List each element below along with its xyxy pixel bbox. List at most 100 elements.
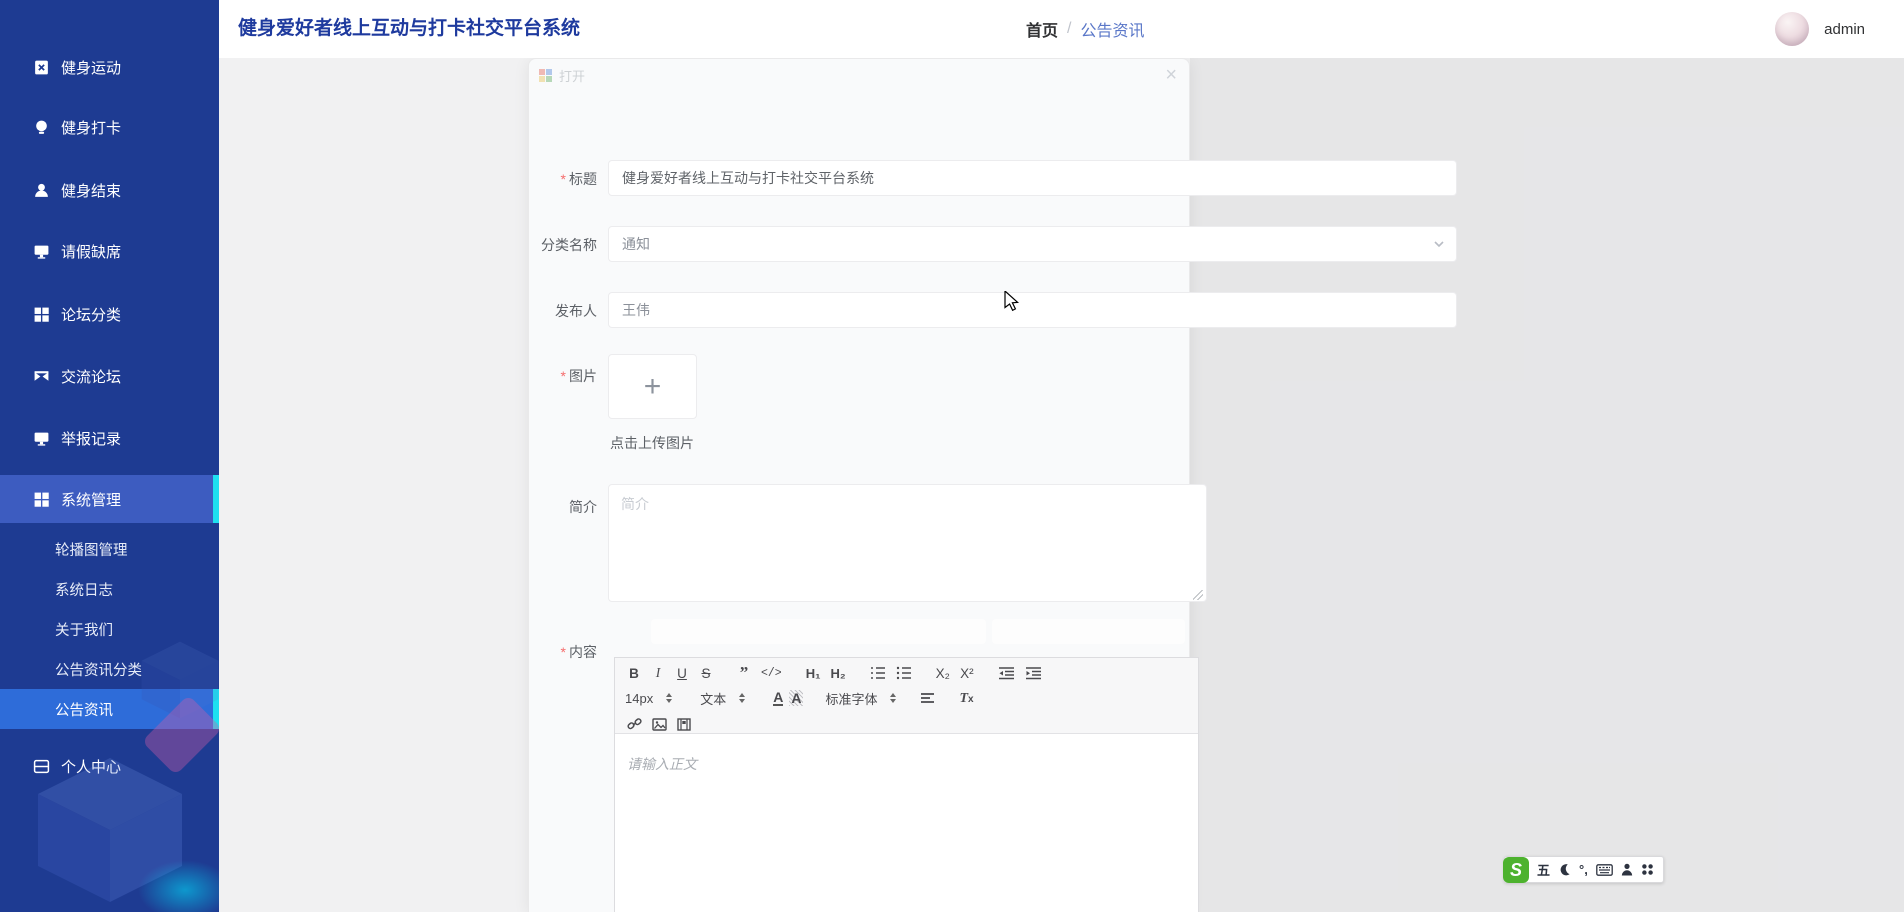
sidebar-item-report-record[interactable]: 举报记录: [0, 414, 219, 462]
mouse-cursor: [1004, 291, 1024, 318]
editor-placeholder: 请输入正文: [627, 754, 1186, 774]
bulb-icon: [33, 119, 50, 136]
sidebar-subitem-label: 轮播图管理: [55, 539, 128, 560]
sidebar-item-label: 交流论坛: [61, 366, 121, 387]
page-title: 健身爱好者线上互动与打卡社交平台系统: [238, 0, 580, 58]
active-indicator: [213, 475, 219, 523]
heading2-button[interactable]: H₂: [828, 663, 847, 683]
sidebar-item-system-management[interactable]: 系统管理: [0, 475, 219, 523]
align-icon[interactable]: [918, 688, 937, 708]
video-icon[interactable]: [675, 714, 693, 734]
avatar[interactable]: [1775, 12, 1809, 46]
sidebar-item-checkin[interactable]: 健身打卡: [0, 103, 219, 151]
sidebar-item-label: 举报记录: [61, 428, 121, 449]
breadcrumb-separator: /: [1067, 20, 1071, 38]
strikethrough-button[interactable]: S: [697, 663, 715, 683]
category-select[interactable]: [608, 226, 1457, 262]
sidebar-subitem-label: 系统日志: [55, 579, 113, 600]
paragraph-select[interactable]: 文本: [700, 689, 726, 708]
sidebar-item-label: 请假缺席: [61, 241, 121, 262]
announcement-edit-dialog: 打开 × *标题 分类名称 发布人 *图片 + 点击上传图片 简介 *内容: [528, 58, 1190, 912]
sidebar-item-label: 个人中心: [61, 756, 121, 777]
sidebar-item-label: 系统管理: [61, 489, 121, 510]
required-mark: *: [561, 368, 566, 384]
id-card-icon: [33, 758, 50, 775]
breadcrumb: 首页 / 公告资讯: [1026, 0, 1144, 58]
ghost-button: [992, 619, 1185, 644]
highlight-color-button[interactable]: A: [789, 690, 803, 706]
content-label: *内容: [529, 642, 597, 662]
ime-punctuation-mode[interactable]: °,: [1579, 862, 1588, 877]
sidebar-item-forum-category[interactable]: 论坛分类: [0, 290, 219, 338]
blockquote-button[interactable]: ”: [735, 663, 753, 683]
breadcrumb-home[interactable]: 首页: [1026, 17, 1058, 41]
clear-format-button[interactable]: Tx: [959, 689, 973, 707]
sogou-logo-icon[interactable]: S: [1503, 857, 1529, 883]
grid-icon: [33, 491, 50, 508]
publisher-input[interactable]: [608, 292, 1457, 328]
sidebar-item-label: 健身打卡: [61, 117, 121, 138]
sidebar-item-leave-absence[interactable]: 请假缺席: [0, 227, 219, 275]
intro-textarea[interactable]: [608, 484, 1207, 602]
bold-button[interactable]: B: [625, 663, 643, 683]
publisher-label: 发布人: [529, 301, 597, 321]
italic-button[interactable]: I: [649, 663, 667, 683]
grid-icon: [33, 306, 50, 323]
sidebar-item-label: 健身结束: [61, 180, 121, 201]
superscript-button[interactable]: X²: [958, 663, 976, 683]
heading1-button[interactable]: H₁: [804, 663, 823, 683]
sidebar-item-fitness-end[interactable]: 健身结束: [0, 166, 219, 214]
title-input[interactable]: [608, 160, 1457, 196]
editor-toolbar: B I U S ” </> H₁ H₂: [615, 658, 1198, 734]
spinner-icon[interactable]: [666, 693, 672, 703]
user-icon[interactable]: [1621, 863, 1633, 876]
apps-grid-icon[interactable]: [1641, 863, 1654, 876]
code-button[interactable]: </>: [759, 663, 784, 683]
ime-toolbar: S 五 °,: [1504, 856, 1664, 883]
ime-wubi-mode[interactable]: 五: [1537, 860, 1550, 879]
header: 健身爱好者线上互动与打卡社交平台系统 首页 / 公告资讯 admin: [219, 0, 1904, 58]
sidebar-subitem-system-log[interactable]: 系统日志: [0, 569, 219, 609]
sidebar-subitem-banner-management[interactable]: 轮播图管理: [0, 529, 219, 569]
sidebar-subitem-label: 公告资讯: [55, 699, 113, 720]
sidebar-subitem-announcement[interactable]: 公告资讯: [0, 689, 219, 729]
moon-icon[interactable]: [1558, 863, 1571, 876]
monitor-icon: [33, 243, 50, 260]
sidebar-subitem-about-us[interactable]: 关于我们: [0, 609, 219, 649]
indent-icon[interactable]: [1023, 663, 1044, 683]
image-upload-box[interactable]: +: [608, 354, 697, 419]
font-size-select[interactable]: 14px: [625, 691, 653, 706]
keyboard-icon[interactable]: [1596, 864, 1613, 876]
plus-icon: +: [644, 372, 662, 402]
sidebar-subitem-label: 关于我们: [55, 619, 113, 640]
font-color-button[interactable]: A: [773, 690, 783, 706]
close-icon[interactable]: ×: [1165, 65, 1177, 85]
dialog-ghost-header: 打开: [539, 66, 585, 85]
resize-handle[interactable]: [1193, 590, 1203, 600]
editor-content[interactable]: 请输入正文: [615, 734, 1198, 912]
spinner-icon[interactable]: [890, 693, 896, 703]
unordered-list-icon[interactable]: [894, 663, 914, 683]
font-family-select[interactable]: 标准字体: [825, 689, 877, 708]
subscript-button[interactable]: X₂: [934, 663, 952, 683]
ordered-list-icon[interactable]: [868, 663, 888, 683]
sidebar-item-forum[interactable]: 交流论坛: [0, 352, 219, 400]
decorative-glow: [130, 855, 219, 912]
sidebar-subitem-label: 公告资讯分类: [55, 659, 142, 680]
sidebar-subitem-announcement-category[interactable]: 公告资讯分类: [0, 649, 219, 689]
image-icon[interactable]: [650, 714, 669, 734]
title-label: *标题: [529, 169, 597, 189]
upload-hint: 点击上传图片: [610, 433, 694, 453]
user-menu[interactable]: admin: [1775, 0, 1865, 58]
underline-button[interactable]: U: [673, 663, 691, 683]
spinner-icon[interactable]: [739, 693, 745, 703]
link-icon[interactable]: [625, 714, 644, 734]
monitor-icon: [33, 430, 50, 447]
sidebar-item-fitness-sport[interactable]: 健身运动: [0, 43, 219, 91]
outdent-icon[interactable]: [996, 663, 1017, 683]
breadcrumb-current[interactable]: 公告资讯: [1080, 17, 1144, 41]
username: admin: [1824, 21, 1865, 38]
sidebar-item-personal-center[interactable]: 个人中心: [0, 742, 219, 790]
sidebar-item-label: 健身运动: [61, 57, 121, 78]
user-icon: [33, 182, 50, 199]
